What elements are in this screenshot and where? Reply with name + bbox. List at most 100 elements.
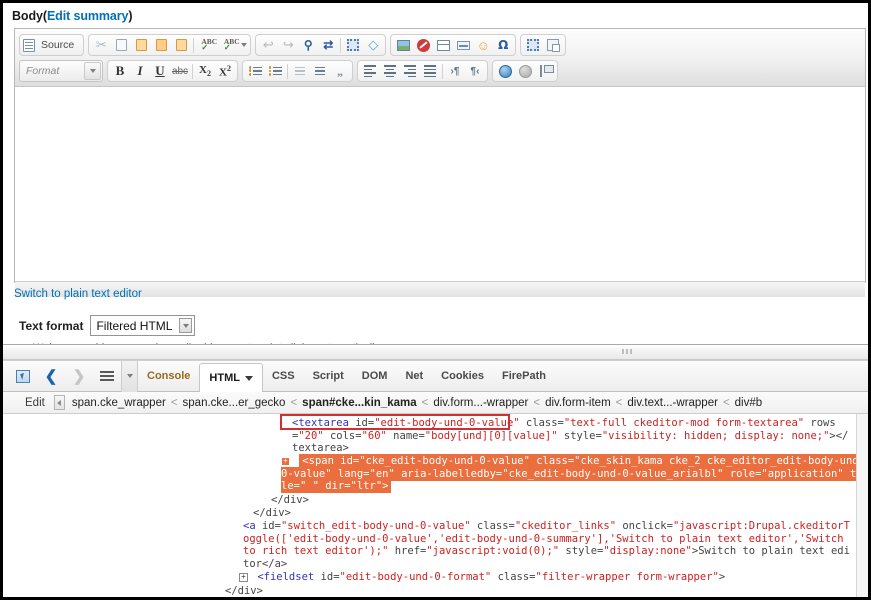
subscript-button[interactable]: X2 [195,62,215,81]
code-line-textarea[interactable]: <textarea id="edit-body-und-0-value" cla… [292,417,850,455]
breadcrumb: Edit span.cke_wrapper < span.cke...er_ge… [3,392,868,414]
panel-splitter[interactable] [3,344,868,360]
numbered-list-button[interactable] [245,62,265,81]
show-blocks-icon[interactable] [543,36,563,55]
chevron-down-icon[interactable] [179,318,192,333]
breadcrumb-item-1[interactable]: span.cke...er_gecko [183,397,286,409]
divider [193,38,194,53]
editor-content-area[interactable] [15,87,865,281]
tab-dom-label: DOM [362,370,388,382]
breadcrumb-item-3[interactable]: div.form...-wrapper [433,397,528,409]
tab-cookies-label: Cookies [441,370,484,382]
back-chevron-icon[interactable]: ❮ [37,363,65,389]
align-justify-button[interactable] [420,62,440,81]
link-button[interactable] [495,62,515,81]
paste-icon[interactable] [131,36,151,55]
alignment-group: ›¶ ¶‹ [357,60,488,82]
code-line-fieldset: <fieldset id="edit-body-und-0-format" cl… [257,571,725,583]
flash-icon[interactable] [413,36,433,55]
chevron-down-icon[interactable] [84,62,101,80]
chevron-down-icon[interactable] [245,376,253,381]
tab-html[interactable]: HTML [199,363,263,392]
html-source-tree[interactable]: <textarea id="edit-body-und-0-value" cla… [3,414,868,597]
special-char-icon[interactable]: Ω [493,36,513,55]
menu-icon[interactable] [93,363,121,389]
tab-dom[interactable]: DOM [353,361,397,392]
anchor-button[interactable] [535,62,555,81]
cut-icon[interactable]: ✂ [91,36,111,55]
table-icon[interactable] [433,36,453,55]
copy-icon[interactable] [111,36,131,55]
superscript-button[interactable]: X2 [215,62,235,81]
code-line-anchor[interactable]: <a id="switch_edit-body-und-0-value" cla… [243,520,851,570]
bulleted-list-button[interactable] [265,62,285,81]
undo-icon[interactable]: ↩ [258,36,278,55]
tab-script[interactable]: Script [304,361,353,392]
find-icon[interactable]: ⚲ [298,36,318,55]
selected-span-row[interactable]: + <span id="cke_edit-body-und-0-value" c… [281,455,868,493]
remove-format-icon[interactable]: ◇ [363,36,383,55]
align-left-button[interactable] [360,62,380,81]
horizontal-rule-icon[interactable] [453,36,473,55]
breadcrumb-item-5[interactable]: div.text...-wrapper [627,397,718,409]
breadcrumb-item-2[interactable]: span#cke...kin_kama [302,397,416,409]
italic-button[interactable]: I [130,62,150,81]
code-line-close-div-outer[interactable]: </div> [253,507,291,520]
text-format-select[interactable]: Filtered HTML [90,315,195,336]
page-content-area: Body(Edit summary) Source ✂ [3,3,868,344]
expander-icon[interactable]: + [281,457,290,466]
align-center-button[interactable] [380,62,400,81]
code-line-close-div-last[interactable]: </div> [225,585,263,597]
source-button[interactable]: Source [19,34,84,56]
underline-button[interactable]: U [150,62,170,81]
replace-icon[interactable]: ⇄ [318,36,338,55]
divider [340,38,341,53]
image-icon[interactable] [393,36,413,55]
edit-summary-link[interactable]: Edit summary [47,9,128,23]
tab-net[interactable]: Net [396,361,432,392]
code-scrollbar[interactable] [856,414,868,597]
breadcrumb-scroll-left-icon[interactable] [54,395,65,410]
indent-button[interactable] [310,62,330,81]
bold-button[interactable]: B [110,62,130,81]
breadcrumb-item-0[interactable]: span.cke_wrapper [72,397,166,409]
maximize-icon[interactable] [523,36,543,55]
spellcheck-as-you-type-icon[interactable]: ABC✓ [222,36,248,55]
smiley-icon[interactable]: ☺ [473,36,493,55]
clipboard-group: ✂ ABC✓ ABC✓ [88,34,251,56]
strikethrough-button[interactable]: abc [170,62,190,81]
select-all-icon[interactable] [343,36,363,55]
tab-firepath[interactable]: FirePath [493,361,555,392]
ltr-button[interactable]: ›¶ [445,62,465,81]
format-select[interactable]: Format [19,60,103,82]
text-format-label: Text format [19,319,83,333]
redo-icon[interactable]: ↪ [278,36,298,55]
tab-console[interactable]: Console [138,361,199,392]
breadcrumb-separator: < [528,397,545,409]
spellcheck-icon[interactable]: ABC✓ [196,36,222,55]
breadcrumb-item-4[interactable]: div.form-item [545,397,611,409]
code-line-selected-span: <span id="cke_edit-body-und-0-value" cla… [281,454,868,493]
text-style-group: B I U abc X2 X2 [107,60,238,82]
switch-to-plain-text-editor-link[interactable]: Switch to plain text editor [14,288,142,300]
breadcrumb-item-6[interactable]: div#b [735,397,763,409]
paste-text-icon[interactable] [151,36,171,55]
inspect-icon[interactable] [9,363,37,389]
rtl-button[interactable]: ¶‹ [465,62,485,81]
panel-chevron-icon[interactable] [121,361,138,392]
fieldset-row[interactable]: + <fieldset id="edit-body-und-0-format" … [239,571,859,584]
tab-cookies[interactable]: Cookies [432,361,493,392]
align-right-button[interactable] [400,62,420,81]
tab-css[interactable]: CSS [263,361,304,392]
view-group [520,34,566,56]
paste-from-word-icon[interactable] [171,36,191,55]
edit-button[interactable]: Edit [11,397,54,409]
blockquote-button[interactable]: „ [330,62,350,81]
expander-icon[interactable]: + [239,573,248,582]
outdent-button[interactable] [290,62,310,81]
code-line-close-div-inner[interactable]: </div> [271,494,309,507]
breadcrumb-separator: < [611,397,628,409]
forward-chevron-icon[interactable]: ❯ [65,363,93,389]
text-format-row: Text format Filtered HTML [19,315,195,336]
unlink-button[interactable] [515,62,535,81]
